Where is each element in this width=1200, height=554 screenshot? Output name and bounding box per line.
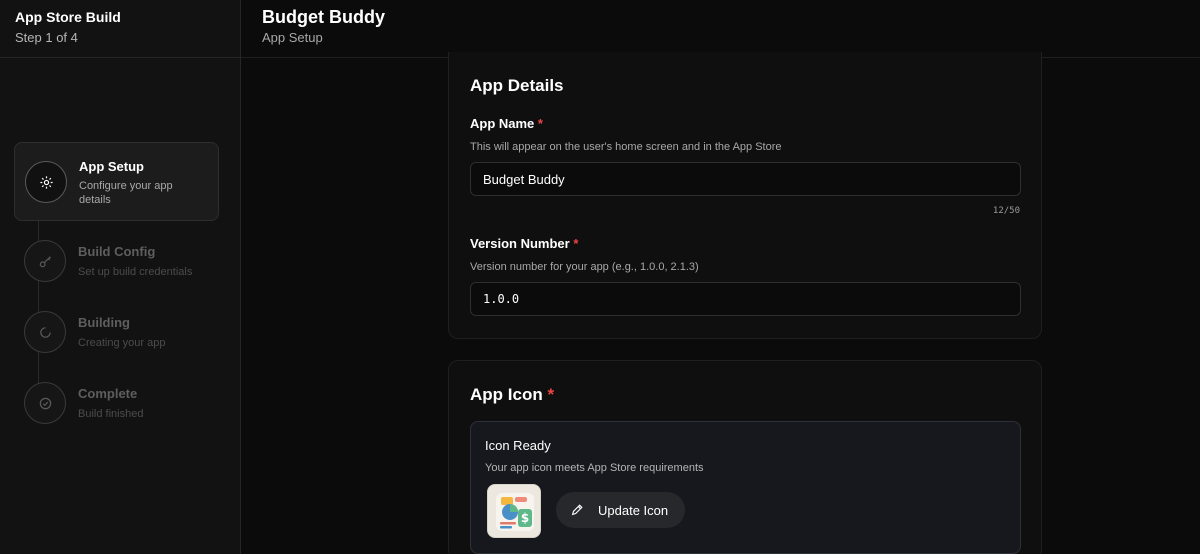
step-app-setup[interactable]: App Setup Configure your app details xyxy=(14,142,219,221)
app-name-label-text: App Name xyxy=(470,116,535,131)
budget-app-icon: $ xyxy=(488,485,540,537)
step-desc: Build finished xyxy=(78,408,144,420)
icon-status-title: Icon Ready xyxy=(485,438,551,453)
app-details-heading: App Details xyxy=(470,76,564,95)
update-icon-label: Update Icon xyxy=(598,502,669,518)
sidebar: App Store Build Step 1 of 4 App Setup Co… xyxy=(0,0,241,554)
step-desc: Creating your app xyxy=(78,337,166,349)
page-title: Budget Buddy xyxy=(262,7,385,27)
app-name-label: App Name * xyxy=(470,116,543,131)
page-header: Budget Buddy App Setup xyxy=(241,0,1200,58)
app-name-help: This will appear on the user's home scre… xyxy=(470,141,782,153)
pencil-icon xyxy=(571,504,583,516)
step-build-config[interactable]: Build Config Set up build credentials xyxy=(14,228,219,307)
step-counter: Step 1 of 4 xyxy=(15,30,78,45)
app-icon-card: App Icon * Icon Ready Your app icon meet… xyxy=(448,360,1042,554)
app-icon-preview: $ xyxy=(487,484,541,538)
version-label: Version Number * xyxy=(470,236,578,251)
app-name-input[interactable] xyxy=(470,162,1021,196)
app-icon-heading: App Icon * xyxy=(470,385,554,405)
version-help: Version number for your app (e.g., 1.0.0… xyxy=(470,261,699,273)
step-name: App Setup xyxy=(79,159,144,174)
sidebar-header: App Store Build Step 1 of 4 xyxy=(0,0,240,58)
app-icon-heading-text: App Icon xyxy=(470,385,543,404)
svg-text:$: $ xyxy=(521,511,529,525)
key-icon xyxy=(24,240,66,282)
app-details-card: App Details App Name * This will appear … xyxy=(448,52,1042,339)
check-circle-icon xyxy=(24,382,66,424)
app-name-char-counter: 12/50 xyxy=(992,206,1020,216)
step-complete[interactable]: Complete Build finished xyxy=(14,370,219,449)
required-mark: * xyxy=(573,236,579,251)
update-icon-button[interactable]: Update Icon xyxy=(556,492,685,528)
gear-icon xyxy=(25,161,67,203)
icon-status-desc: Your app icon meets App Store requiremen… xyxy=(485,462,704,474)
required-mark: * xyxy=(537,116,543,131)
spinner-icon xyxy=(24,311,66,353)
step-desc: Configure your app details xyxy=(79,180,173,206)
version-input[interactable] xyxy=(470,282,1021,316)
step-building[interactable]: Building Creating your app xyxy=(14,299,219,378)
version-label-text: Version Number xyxy=(470,236,570,251)
step-name: Build Config xyxy=(78,244,156,259)
step-name: Building xyxy=(78,315,130,330)
sidebar-title: App Store Build xyxy=(15,9,121,25)
step-desc: Set up build credentials xyxy=(78,266,193,278)
required-mark: * xyxy=(547,385,555,404)
icon-status-panel: Icon Ready Your app icon meets App Store… xyxy=(470,421,1021,554)
step-name: Complete xyxy=(78,386,138,401)
page-subtitle: App Setup xyxy=(262,30,323,45)
